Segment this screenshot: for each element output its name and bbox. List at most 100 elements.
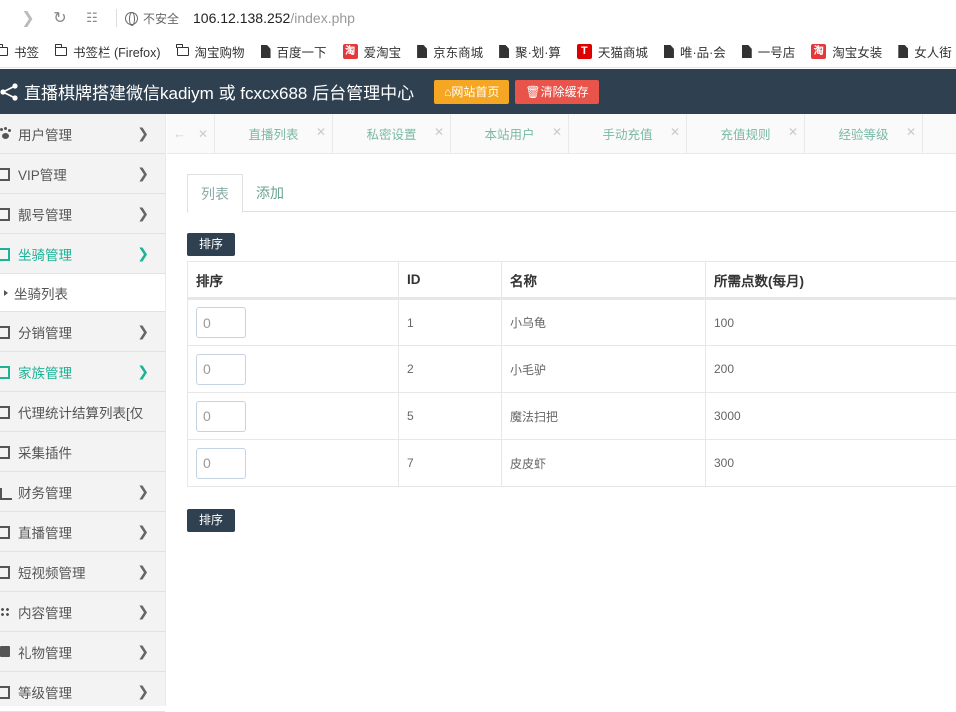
sidebar-item[interactable]: 靓号管理❯ (0, 194, 165, 234)
bookmark-item[interactable]: 一号店 (742, 42, 796, 61)
bookmark-item[interactable]: 书签栏 (Firefox) (55, 42, 161, 61)
bookmark-item[interactable]: 唯·品·会 (664, 42, 726, 61)
page-tab[interactable]: 充值规则 ✕ (687, 114, 805, 153)
sidebar-item[interactable]: 财务管理❯ (0, 472, 165, 512)
reload-icon[interactable]: ↻ (44, 8, 76, 28)
sidebar-item[interactable]: 采集插件 (0, 432, 165, 472)
page-icon (417, 45, 427, 58)
id-cell: 7 (399, 440, 502, 487)
bookmark-label: 唯·品·会 (680, 42, 726, 61)
name-cell: 小乌龟 (502, 299, 706, 346)
points-cell: 100 (706, 299, 956, 346)
browser-address-bar: ❯ ↻ ☷ 不安全 106.12.138.252/index.php (0, 0, 956, 36)
monitor-icon (0, 565, 10, 579)
points-cell: 200 (706, 346, 956, 393)
monitor-icon (0, 445, 10, 459)
page-tab[interactable]: 经验等级✕ (805, 114, 923, 153)
bookmark-item[interactable]: 百度一下 (261, 42, 327, 61)
sidebar-item[interactable]: 礼物管理❯ (0, 632, 165, 672)
bookmark-item[interactable]: 聚·划·算 (499, 42, 561, 61)
clear-cache-button[interactable]: 🗑︎清除缓存 (515, 80, 598, 104)
site-home-button[interactable]: ⌂网站首页 (434, 80, 509, 104)
page-tab[interactable]: 私密设置✕ (333, 114, 451, 153)
sidebar-item[interactable]: 等级管理❯ (0, 672, 165, 712)
monitor-icon (0, 325, 10, 339)
sidebar-item[interactable]: 分销管理❯ (0, 312, 165, 352)
sidebar-item-label: 等级管理 (18, 682, 72, 702)
forward-icon[interactable]: ❯ (12, 8, 44, 28)
chevron-right-icon: ❯ (137, 125, 149, 142)
tmall-icon: T (577, 44, 592, 59)
taobao-icon: 淘 (343, 44, 358, 59)
sidebar-item-label: 内容管理 (18, 602, 72, 622)
tab-scroll-left[interactable]: ← ✕ (167, 114, 215, 153)
taobao-icon: 淘 (811, 44, 826, 59)
sidebar-subitem[interactable]: 坐骑列表 (0, 274, 165, 312)
close-tab-icon[interactable]: ✕ (316, 125, 326, 139)
page-icon (261, 45, 271, 58)
page-icon (499, 45, 509, 58)
close-tab-icon[interactable]: ✕ (670, 125, 680, 139)
page-tab[interactable]: 直播列表✕ (215, 114, 333, 153)
order-input[interactable] (196, 448, 246, 479)
sidebar-item-label: 家族管理 (18, 362, 72, 382)
sidebar-item[interactable]: 代理统计结算列表[仅 (0, 392, 165, 432)
close-tab-icon[interactable]: ✕ (552, 125, 562, 139)
order-input[interactable] (196, 401, 246, 432)
folder-icon (55, 47, 67, 56)
page-title: 直播棋牌搭建微信kadiym 或 fcxcx688 后台管理中心 (24, 79, 414, 104)
order-input[interactable] (196, 354, 246, 385)
sidebar-item[interactable]: 用户管理❯ (0, 114, 165, 154)
apps-grid-icon[interactable]: ☷ (76, 10, 108, 26)
page-tab-label: 充值规则 (720, 124, 770, 143)
order-input[interactable] (196, 307, 246, 338)
bookmark-label: 一号店 (758, 42, 796, 61)
page-tab[interactable]: 手动充值✕ (569, 114, 687, 153)
id-cell: 2 (399, 346, 502, 393)
sidebar-item-label: 靓号管理 (18, 204, 72, 224)
url-field[interactable]: 106.12.138.252/index.php (193, 10, 355, 26)
sidebar-item-label: 采集插件 (18, 442, 72, 462)
bookmark-label: 淘宝女装 (832, 42, 882, 61)
bookmark-label: 聚·划·算 (515, 42, 561, 61)
security-indicator[interactable]: 不安全 (125, 10, 179, 27)
monitor-icon (0, 247, 10, 261)
subtab-list[interactable]: 列表 (187, 174, 243, 213)
chevron-right-icon: ❯ (137, 603, 149, 620)
bookmark-item[interactable]: 淘宝购物 (177, 42, 245, 61)
page-icon (664, 45, 674, 58)
sidebar-item[interactable]: 坐骑管理❯ (0, 234, 165, 274)
url-host: 106.12.138.252 (193, 10, 290, 26)
bookmark-item[interactable]: 书签 (0, 42, 39, 61)
sidebar-item-label: 礼物管理 (18, 642, 72, 662)
col-points: 所需点数(每月) (706, 262, 956, 299)
arrow-left-icon: ← (173, 126, 186, 141)
close-tab-icon[interactable]: ✕ (434, 125, 444, 139)
col-order: 排序 (188, 262, 399, 299)
sidebar-item[interactable]: 家族管理❯ (0, 352, 165, 392)
sidebar-item[interactable]: 内容管理 ❯ (0, 592, 165, 632)
bookmark-item[interactable]: 淘爱淘宝 (343, 42, 402, 61)
chart-icon (0, 485, 10, 499)
bookmark-label: 淘宝购物 (195, 42, 245, 61)
sidebar-item[interactable]: 短视频管理❯ (0, 552, 165, 592)
subtab-add[interactable]: 添加 (243, 174, 297, 211)
bookmark-item[interactable]: 京东商城 (417, 42, 483, 61)
bookmark-item[interactable]: 女人街 (898, 42, 952, 61)
sort-button-bottom[interactable]: 排序 (187, 509, 235, 532)
sort-button-top[interactable]: 排序 (187, 233, 235, 256)
monitor-icon (0, 167, 10, 181)
bookmark-item[interactable]: 淘淘宝女装 (811, 42, 882, 61)
admin-header: 直播棋牌搭建微信kadiym 或 fcxcx688 后台管理中心 ⌂网站首页 🗑… (0, 69, 956, 114)
close-tab-icon[interactable]: ✕ (788, 125, 798, 139)
table-row: 2小毛驴200 (188, 346, 956, 393)
page-tab[interactable]: 本站用户✕ (451, 114, 569, 153)
sidebar-item[interactable]: 直播管理❯ (0, 512, 165, 552)
order-cell (188, 299, 399, 346)
url-path: /index.php (290, 10, 355, 26)
site-home-label: 网站首页 (451, 85, 499, 99)
close-tab-icon[interactable]: ✕ (906, 125, 916, 139)
divider (116, 9, 117, 27)
sidebar-item[interactable]: VIP管理❯ (0, 154, 165, 194)
bookmark-item[interactable]: T天猫商城 (577, 42, 648, 61)
